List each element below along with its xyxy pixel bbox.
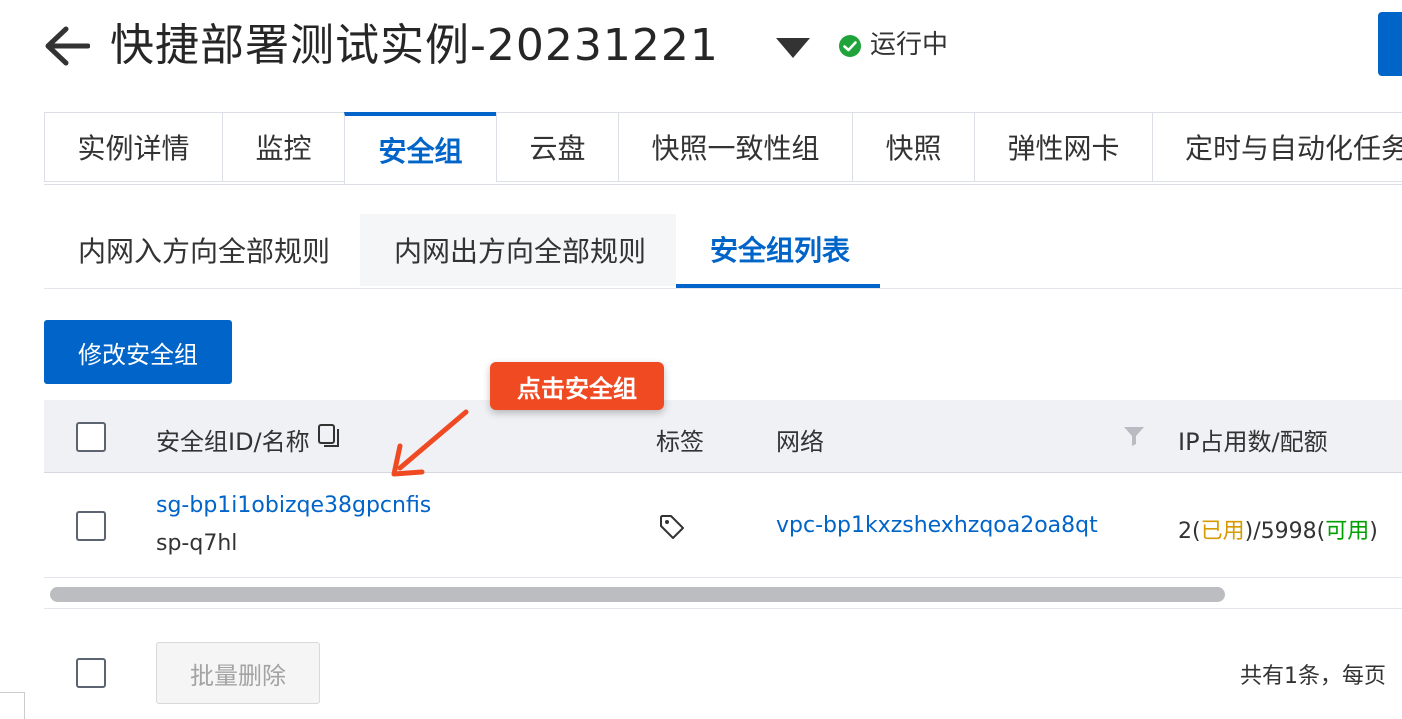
tab-scheduled-tasks[interactable]: 定时与自动化任务 (1152, 112, 1402, 182)
annotation-arrow-icon (391, 409, 469, 477)
arrow-left-icon[interactable] (44, 26, 90, 66)
ip-usage-prefix: 2( (1178, 519, 1201, 544)
row-checkbox[interactable] (76, 511, 106, 541)
subtab-bar: 内网入方向全部规则 内网出方向全部规则 安全组列表 (44, 214, 1402, 289)
tab-bar: 实例详情 监控 安全组 云盘 快照一致性组 快照 弹性网卡 定时与自动化任务 (44, 112, 1402, 185)
ip-used-label: 已用 (1200, 519, 1245, 544)
tab-security-group[interactable]: 安全组 (344, 112, 496, 184)
footer-select-all-checkbox[interactable] (76, 658, 106, 688)
filter-icon[interactable] (1122, 424, 1146, 448)
header-action-button[interactable] (1378, 12, 1402, 76)
select-all-checkbox[interactable] (76, 422, 106, 452)
ip-usage-mid: )/5998( (1244, 519, 1326, 544)
page-title: 快捷部署测试实例-20231221 (110, 20, 719, 71)
column-header-id-name: 安全组ID/名称 (156, 428, 310, 456)
security-group-id-link[interactable]: sg-bp1i1obizqe38gpcnfis (156, 493, 431, 518)
ip-usage: 2(已用)/5998(可用) (1178, 513, 1378, 545)
tab-monitoring[interactable]: 监控 (222, 112, 344, 182)
ip-available-label: 可用 (1325, 519, 1370, 544)
tab-cloud-disk[interactable]: 云盘 (496, 112, 618, 182)
subtab-inbound-rules[interactable]: 内网入方向全部规则 (44, 214, 364, 286)
vpc-link[interactable]: vpc-bp1kxzshexhzqoa2oa8qt (776, 513, 1098, 538)
batch-delete-button[interactable]: 批量删除 (156, 642, 320, 704)
check-circle-icon (839, 35, 861, 57)
status-text: 运行中 (870, 30, 949, 60)
tab-elastic-nic[interactable]: 弹性网卡 (974, 112, 1152, 182)
corner-divider (0, 692, 25, 719)
column-header-tags: 标签 (656, 428, 704, 456)
modify-security-group-button[interactable]: 修改安全组 (44, 320, 232, 384)
ip-usage-suffix: ) (1369, 519, 1378, 544)
tag-icon[interactable] (658, 513, 686, 541)
table-header: 安全组ID/名称 标签 网络 IP占用数/配额 (44, 400, 1402, 473)
tab-instance-details[interactable]: 实例详情 (44, 112, 222, 182)
subtab-security-group-list[interactable]: 安全组列表 (676, 214, 880, 288)
annotation-callout: 点击安全组 (490, 362, 664, 410)
column-header-network: 网络 (776, 428, 824, 456)
tab-snapshot[interactable]: 快照 (852, 112, 974, 182)
column-header-ip-quota: IP占用数/配额 (1178, 428, 1328, 456)
copy-icon[interactable] (316, 422, 342, 448)
horizontal-scrollbar-thumb[interactable] (50, 587, 1225, 602)
security-group-name: sp-q7hl (156, 531, 238, 556)
tab-snapshot-consistency-group[interactable]: 快照一致性组 (618, 112, 852, 182)
table-row: sg-bp1i1obizqe38gpcnfis sp-q7hl vpc-bp1k… (44, 473, 1402, 578)
caret-down-icon[interactable] (776, 38, 810, 58)
pagination-summary: 共有1条，每页 (1240, 664, 1386, 689)
subtab-outbound-rules[interactable]: 内网出方向全部规则 (360, 214, 676, 286)
